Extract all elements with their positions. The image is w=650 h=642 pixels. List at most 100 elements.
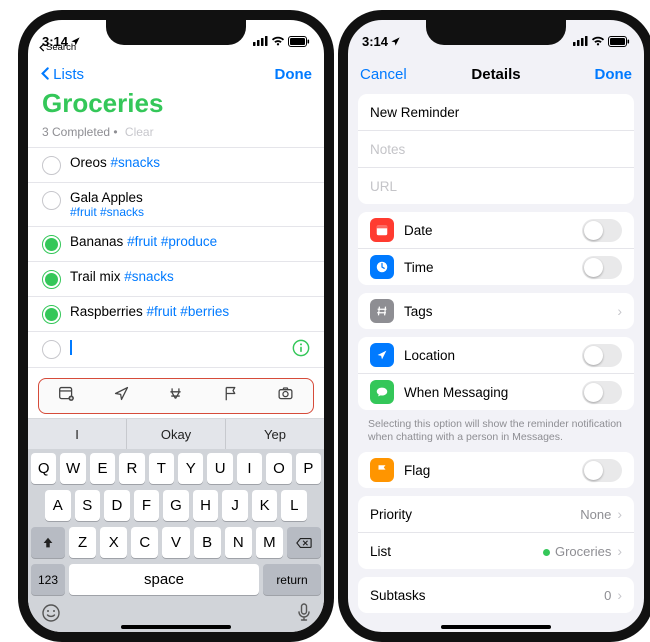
done-button[interactable]: Done [595, 66, 633, 83]
location-toggle[interactable] [582, 344, 622, 367]
home-indicator[interactable] [441, 625, 551, 629]
done-button[interactable]: Done [275, 66, 313, 83]
reminder-text: Gala Apples #fruit #snacks [70, 190, 144, 219]
prediction[interactable]: Okay [126, 419, 225, 449]
cellular-icon [253, 36, 268, 46]
reminder-item[interactable]: Bananas #fruit #produce [28, 227, 324, 262]
key[interactable]: H [193, 490, 219, 521]
completed-summary: 3 Completed • Clear [28, 125, 324, 147]
title-field[interactable]: New Reminder [358, 94, 634, 130]
chevron-right-icon: › [617, 303, 622, 319]
key[interactable]: X [100, 527, 127, 558]
messaging-toggle[interactable] [582, 381, 622, 404]
prediction[interactable]: I [28, 419, 126, 449]
space-key[interactable]: space [69, 564, 259, 595]
location-icon[interactable] [113, 385, 130, 407]
group-location-messaging: Location When Messaging [358, 337, 634, 410]
key[interactable]: I [237, 453, 262, 484]
flag-toggle[interactable] [582, 459, 622, 482]
key[interactable]: Q [31, 453, 56, 484]
priority-row[interactable]: Priority None › [358, 496, 634, 532]
date-toggle[interactable] [582, 219, 622, 242]
reminder-text: Bananas #fruit #produce [70, 234, 217, 249]
clear-completed[interactable]: Clear [125, 125, 154, 139]
key[interactable]: Z [69, 527, 96, 558]
notes-field[interactable]: Notes [358, 130, 634, 167]
chevron-right-icon: › [617, 543, 622, 559]
key[interactable]: S [75, 490, 101, 521]
key[interactable]: D [104, 490, 130, 521]
location-row[interactable]: Location [358, 337, 634, 373]
key[interactable]: B [194, 527, 221, 558]
reminder-item-new[interactable] [28, 332, 324, 368]
flag-icon [370, 458, 394, 482]
key[interactable]: E [90, 453, 115, 484]
calendar-icon[interactable] [58, 385, 75, 407]
key[interactable]: O [266, 453, 291, 484]
subtasks-row[interactable]: Subtasks 0 › [358, 577, 634, 613]
shift-key[interactable] [31, 527, 65, 558]
radio-unchecked[interactable] [42, 156, 61, 175]
radio-unchecked[interactable] [42, 191, 61, 210]
list-title: Groceries [28, 86, 324, 125]
key[interactable]: U [207, 453, 232, 484]
key[interactable]: K [252, 490, 278, 521]
emoji-key[interactable] [41, 603, 61, 628]
key[interactable]: W [60, 453, 85, 484]
messaging-row[interactable]: When Messaging [358, 373, 634, 410]
reminder-item[interactable]: Gala Apples #fruit #snacks [28, 183, 324, 227]
prediction[interactable]: Yep [225, 419, 324, 449]
key[interactable]: V [162, 527, 189, 558]
key[interactable]: F [134, 490, 160, 521]
reminder-item[interactable]: Trail mix #snacks [28, 262, 324, 297]
date-row[interactable]: Date [358, 212, 634, 248]
time-toggle[interactable] [582, 256, 622, 279]
key[interactable]: J [222, 490, 248, 521]
flag-icon[interactable] [222, 385, 239, 407]
location-arrow-icon [390, 36, 401, 47]
key[interactable]: C [131, 527, 158, 558]
dictation-key[interactable] [297, 603, 311, 628]
flag-row[interactable]: Flag [358, 452, 634, 488]
group-title: New Reminder Notes URL [358, 94, 634, 204]
reminder-item[interactable]: Oreos #snacks [28, 147, 324, 183]
reminder-text: Raspberries #fruit #berries [70, 304, 229, 319]
home-indicator[interactable] [121, 625, 231, 629]
back-lists-button[interactable]: Lists [40, 66, 84, 83]
return-key[interactable]: return [263, 564, 321, 595]
key[interactable]: R [119, 453, 144, 484]
chevron-left-icon [40, 67, 49, 80]
cancel-button[interactable]: Cancel [360, 66, 407, 83]
reminder-input[interactable] [70, 339, 72, 355]
list-color-dot [543, 549, 550, 556]
reminder-item[interactable]: Raspberries #fruit #berries [28, 297, 324, 332]
radio-checked[interactable] [42, 235, 61, 254]
radio-unchecked[interactable] [42, 340, 61, 359]
url-field[interactable]: URL [358, 167, 634, 204]
navigation-icon [370, 343, 394, 367]
list-row[interactable]: List Groceries › [358, 532, 634, 569]
back-to-search[interactable]: Search [38, 42, 76, 53]
phone-reminders-list: 3:14 Search Lists Done Groceries 3 Compl… [18, 10, 334, 642]
numeric-key[interactable]: 123 [31, 564, 65, 595]
backspace-key[interactable] [287, 527, 321, 558]
key[interactable]: L [281, 490, 307, 521]
key[interactable]: M [256, 527, 283, 558]
key[interactable]: N [225, 527, 252, 558]
status-icons [573, 36, 630, 47]
notch [426, 19, 566, 45]
key[interactable]: G [163, 490, 189, 521]
cellular-icon [573, 36, 588, 46]
time-row[interactable]: Time [358, 248, 634, 285]
radio-checked[interactable] [42, 270, 61, 289]
key[interactable]: P [296, 453, 321, 484]
key[interactable]: A [45, 490, 71, 521]
camera-icon[interactable] [277, 385, 294, 407]
reminder-text: Oreos #snacks [70, 155, 160, 170]
tag-icon[interactable] [167, 385, 184, 407]
radio-checked[interactable] [42, 305, 61, 324]
tags-row[interactable]: Tags › [358, 293, 634, 329]
info-icon[interactable] [292, 339, 310, 360]
key[interactable]: T [149, 453, 174, 484]
key[interactable]: Y [178, 453, 203, 484]
